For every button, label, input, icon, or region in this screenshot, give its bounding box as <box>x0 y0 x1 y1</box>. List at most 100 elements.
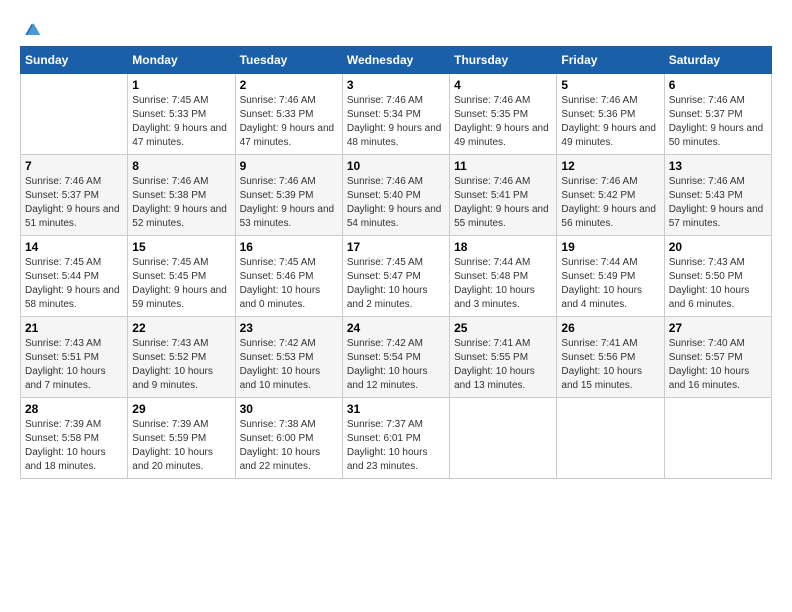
sunset-text: Sunset: 5:33 PM <box>132 109 206 120</box>
calendar-day-cell: 17Sunrise: 7:45 AMSunset: 5:47 PMDayligh… <box>342 236 449 317</box>
calendar-day-cell: 27Sunrise: 7:40 AMSunset: 5:57 PMDayligh… <box>664 317 771 398</box>
calendar-week-row: 7Sunrise: 7:46 AMSunset: 5:37 PMDaylight… <box>21 155 772 236</box>
sunset-text: Sunset: 5:47 PM <box>347 271 421 282</box>
day-info: Sunrise: 7:38 AMSunset: 6:00 PMDaylight:… <box>240 418 338 474</box>
sunrise-text: Sunrise: 7:39 AM <box>132 419 208 430</box>
day-info: Sunrise: 7:46 AM Sunset: 5:37 PM Daylight:… <box>25 175 123 231</box>
daylight-text: Daylight: 9 hours and 51 minutes. <box>25 204 120 229</box>
sunrise-text: Sunrise: 7:46 AM <box>240 176 316 187</box>
day-number: 29 <box>132 402 230 416</box>
sunset-text: Sunset: 5:55 PM <box>454 352 528 363</box>
calendar-day-cell: 20 Sunrise: 7:43 AM Sunset: 5:50 PM Dayligh… <box>664 236 771 317</box>
weekday-header-saturday: Saturday <box>664 47 771 74</box>
sunset-text: Sunset: 5:33 PM <box>240 109 314 120</box>
sunrise-text: Sunrise: 7:42 AM <box>240 338 316 349</box>
daylight-text: Daylight: 10 hours and 23 minutes. <box>347 447 428 472</box>
sunset-text: Sunset: 5:34 PM <box>347 109 421 120</box>
day-info: Sunrise: 7:46 AMSunset: 5:34 PMDaylight:… <box>347 94 445 150</box>
sunrise-text: Sunrise: 7:46 AM <box>454 176 530 187</box>
sunset-text: Sunset: 5:37 PM <box>25 190 99 201</box>
day-number: 30 <box>240 402 338 416</box>
sunset-text: Sunset: 6:00 PM <box>240 433 314 444</box>
calendar-day-cell: 22Sunrise: 7:43 AMSunset: 5:52 PMDayligh… <box>128 317 235 398</box>
day-number: 1 <box>132 78 230 92</box>
sunrise-text: Sunrise: 7:44 AM <box>561 257 637 268</box>
sunrise-text: Sunrise: 7:45 AM <box>25 257 101 268</box>
calendar-day-cell: 4 Sunrise: 7:46 AMSunset: 5:35 PMDaylight… <box>450 74 557 155</box>
day-info: Sunrise: 7:43 AM Sunset: 5:50 PM Daylight:… <box>669 256 767 312</box>
day-info: Sunrise: 7:46 AMSunset: 5:40 PMDaylight:… <box>347 175 445 231</box>
sunrise-text: Sunrise: 7:46 AM <box>669 95 745 106</box>
sunset-text: Sunset: 5:37 PM <box>669 109 743 120</box>
sunset-text: Sunset: 5:50 PM <box>669 271 743 282</box>
sunrise-text: Sunrise: 7:39 AM <box>25 419 101 430</box>
day-number: 21 <box>25 321 123 335</box>
day-info: Sunrise: 7:46 AMSunset: 5:42 PMDaylight:… <box>561 175 659 231</box>
weekday-header-thursday: Thursday <box>450 47 557 74</box>
calendar-day-cell: 3Sunrise: 7:46 AMSunset: 5:34 PMDaylight… <box>342 74 449 155</box>
day-info: Sunrise: 7:40 AMSunset: 5:57 PMDaylight:… <box>669 337 767 393</box>
calendar-day-cell <box>557 398 664 479</box>
daylight-text: Daylight: 9 hours and 59 minutes. <box>132 285 227 310</box>
daylight-text: Daylight: 9 hours and 58 minutes. <box>25 285 120 310</box>
daylight-text: Daylight: 9 hours and 53 minutes. <box>240 204 335 229</box>
day-number: 28 <box>25 402 123 416</box>
calendar-day-cell: 2Sunrise: 7:46 AMSunset: 5:33 PMDaylight… <box>235 74 342 155</box>
day-number: 13 <box>669 159 767 173</box>
sunset-text: Sunset: 5:39 PM <box>240 190 314 201</box>
weekday-header-monday: Monday <box>128 47 235 74</box>
weekday-header-tuesday: Tuesday <box>235 47 342 74</box>
calendar-day-cell: 21Sunrise: 7:43 AMSunset: 5:51 PMDayligh… <box>21 317 128 398</box>
calendar-week-row: 21Sunrise: 7:43 AMSunset: 5:51 PMDayligh… <box>21 317 772 398</box>
day-number: 11 <box>454 159 552 173</box>
weekday-header-sunday: Sunday <box>21 47 128 74</box>
day-number: 19 <box>561 240 659 254</box>
sunrise-text: Sunrise: 7:46 AM <box>347 95 423 106</box>
sunset-text: Sunset: 5:54 PM <box>347 352 421 363</box>
day-info: Sunrise: 7:39 AM Sunset: 5:58 PM Daylight:… <box>25 418 123 474</box>
calendar-day-cell <box>450 398 557 479</box>
sunset-text: Sunset: 5:44 PM <box>25 271 99 282</box>
daylight-text: Daylight: 10 hours and 18 minutes. <box>25 447 106 472</box>
page-header <box>20 20 772 36</box>
day-info: Sunrise: 7:46 AMSunset: 5:43 PMDaylight:… <box>669 175 767 231</box>
calendar-day-cell: 23Sunrise: 7:42 AMSunset: 5:53 PMDayligh… <box>235 317 342 398</box>
daylight-text: Daylight: 10 hours and 10 minutes. <box>240 366 321 391</box>
sunset-text: Sunset: 5:49 PM <box>561 271 635 282</box>
daylight-text: Daylight: 10 hours and 15 minutes. <box>561 366 642 391</box>
day-info: Sunrise: 7:45 AMSunset: 5:46 PMDaylight:… <box>240 256 338 312</box>
calendar-week-row: 14Sunrise: 7:45 AMSunset: 5:44 PMDayligh… <box>21 236 772 317</box>
sunset-text: Sunset: 5:36 PM <box>561 109 635 120</box>
daylight-text: Daylight: 9 hours and 47 minutes. <box>240 123 335 148</box>
day-number: 20 <box>669 240 767 254</box>
calendar-day-cell: 5Sunrise: 7:46 AMSunset: 5:36 PMDaylight… <box>557 74 664 155</box>
sunset-text: Sunset: 5:51 PM <box>25 352 99 363</box>
day-number: 18 <box>454 240 552 254</box>
sunrise-text: Sunrise: 7:46 AM <box>25 176 101 187</box>
day-info: Sunrise: 7:46 AMSunset: 5:35 PMDaylight:… <box>454 94 552 150</box>
day-number: 2 <box>240 78 338 92</box>
weekday-header-wednesday: Wednesday <box>342 47 449 74</box>
day-number: 23 <box>240 321 338 335</box>
sunset-text: Sunset: 5:59 PM <box>132 433 206 444</box>
sunset-text: Sunset: 5:57 PM <box>669 352 743 363</box>
calendar-day-cell: 7Sunrise: 7:46 AMSunset: 5:37 PMDaylight… <box>21 155 128 236</box>
sunrise-text: Sunrise: 7:45 AM <box>240 257 316 268</box>
daylight-text: Daylight: 10 hours and 9 minutes. <box>132 366 213 391</box>
day-info: Sunrise: 7:45 AMSunset: 5:47 PMDaylight:… <box>347 256 445 312</box>
sunrise-text: Sunrise: 7:45 AM <box>347 257 423 268</box>
day-number: 22 <box>132 321 230 335</box>
day-number: 4 <box>454 78 552 92</box>
calendar-day-cell: 24Sunrise: 7:42 AMSunset: 5:54 PMDayligh… <box>342 317 449 398</box>
daylight-text: Daylight: 10 hours and 4 minutes. <box>561 285 642 310</box>
daylight-text: Daylight: 10 hours and 6 minutes. <box>669 285 750 310</box>
weekday-header-row: SundayMondayTuesdayWednesdayThursdayFrid… <box>21 47 772 74</box>
day-number: 25 <box>454 321 552 335</box>
sunset-text: Sunset: 5:40 PM <box>347 190 421 201</box>
sunrise-text: Sunrise: 7:43 AM <box>669 257 745 268</box>
day-number: 12 <box>561 159 659 173</box>
sunset-text: Sunset: 5:58 PM <box>25 433 99 444</box>
day-number: 5 <box>561 78 659 92</box>
calendar-day-cell: 13 Sunrise: 7:46 AMSunset: 5:43 PMDayligh… <box>664 155 771 236</box>
sunrise-text: Sunrise: 7:46 AM <box>347 176 423 187</box>
